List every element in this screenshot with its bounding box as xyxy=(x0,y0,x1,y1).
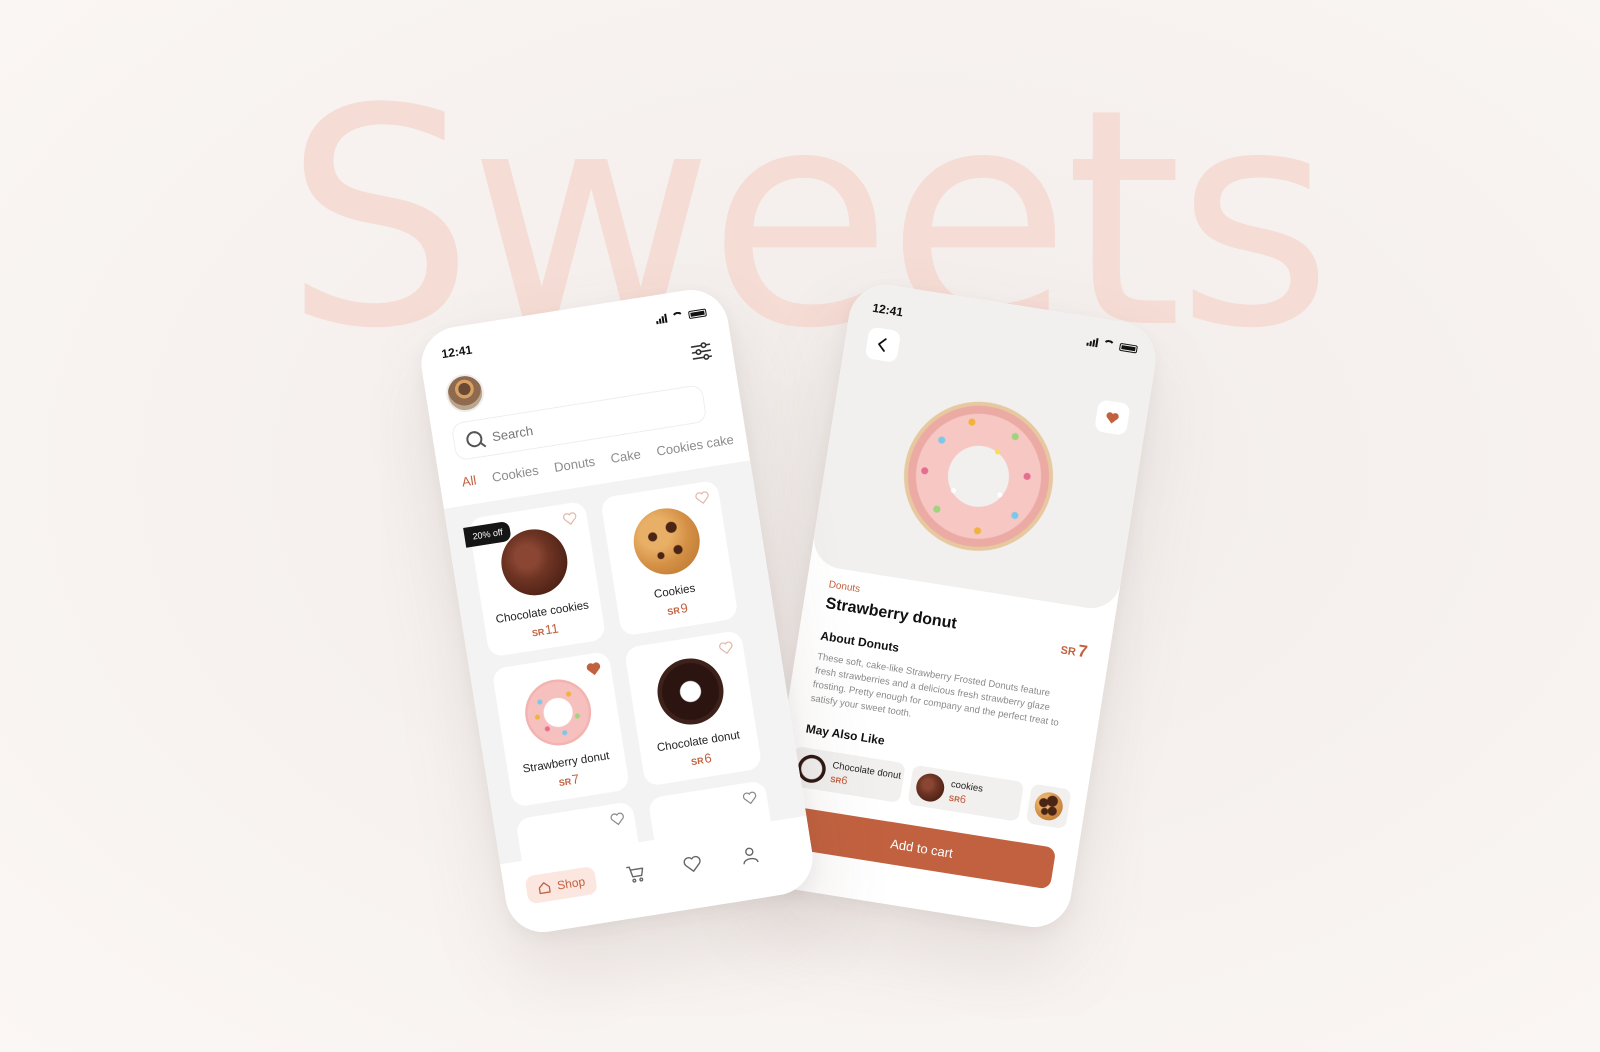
search-input[interactable] xyxy=(490,400,672,444)
product-card[interactable]: Strawberry donut SR7 xyxy=(491,650,631,808)
product-title: Strawberry donut xyxy=(824,595,958,633)
favorite-button[interactable] xyxy=(1094,399,1131,436)
tab-cake[interactable]: Cake xyxy=(610,446,642,466)
currency-label: SR xyxy=(558,776,572,789)
heart-filled-icon xyxy=(1106,411,1119,423)
home-icon xyxy=(538,882,551,895)
wifi-icon xyxy=(671,311,685,322)
related-product-price: SR6 xyxy=(829,773,849,788)
heart-icon[interactable] xyxy=(610,811,626,826)
heart-icon[interactable] xyxy=(742,790,758,805)
may-also-like-heading: May Also Like xyxy=(804,721,886,748)
nav-shop-label: Shop xyxy=(556,874,587,893)
tab-cookies[interactable]: Cookies xyxy=(491,463,540,485)
signal-icon xyxy=(1086,337,1099,348)
product-price: SR7 xyxy=(1059,638,1089,662)
discount-badge: 20% off xyxy=(463,520,513,548)
tab-cookies-cake[interactable]: Cookies cake xyxy=(655,432,734,459)
product-card[interactable]: Cookies SR9 xyxy=(600,479,739,637)
battery-icon xyxy=(1118,342,1138,354)
wifi-icon xyxy=(1102,339,1116,350)
tab-all[interactable]: All xyxy=(461,473,478,490)
price-value: 9 xyxy=(679,599,689,616)
heart-icon[interactable] xyxy=(681,853,704,876)
background-title: Sweets xyxy=(284,45,1333,394)
chocolate-cookie-image xyxy=(914,771,947,804)
cookie-image xyxy=(628,503,705,580)
chocolate-donut-image xyxy=(652,653,729,730)
related-product-card[interactable]: Chocolate donut SR6 xyxy=(788,745,906,803)
currency-label: SR xyxy=(531,626,546,639)
back-button[interactable] xyxy=(864,326,902,364)
heart-filled-icon[interactable] xyxy=(586,661,602,676)
signal-icon xyxy=(655,313,668,325)
status-time: 12:41 xyxy=(440,342,474,362)
product-grid: 20% off Chocolate cookies SR11 Cookies S… xyxy=(443,460,807,865)
product-category: Donuts xyxy=(827,579,861,596)
currency-label: SR xyxy=(666,605,681,618)
price-value: 7 xyxy=(570,771,581,788)
about-heading: About Donuts xyxy=(819,628,901,655)
price-value: 6 xyxy=(958,793,967,807)
product-card[interactable]: Chocolate donut SR6 xyxy=(623,629,763,787)
currency-label: SR xyxy=(1059,644,1077,659)
heart-icon[interactable] xyxy=(718,640,734,655)
related-product-card[interactable]: cookies SR6 xyxy=(907,764,1025,822)
heart-icon[interactable] xyxy=(694,490,710,505)
search-icon xyxy=(465,430,484,449)
strawberry-donut-image xyxy=(520,674,596,751)
currency-label: SR xyxy=(690,755,705,768)
avatar[interactable] xyxy=(443,371,487,415)
product-card[interactable]: 20% off Chocolate cookies SR11 xyxy=(463,500,607,658)
chevron-left-icon xyxy=(878,338,887,352)
strawberry-donut-image xyxy=(892,390,1065,563)
heart-icon[interactable] xyxy=(562,511,578,526)
price-value: 11 xyxy=(543,620,560,638)
price-value: 7 xyxy=(1076,641,1089,662)
cookie-image xyxy=(1032,790,1065,823)
battery-icon xyxy=(687,307,707,319)
price-value: 6 xyxy=(703,750,713,767)
nav-shop-button[interactable]: Shop xyxy=(524,865,598,905)
related-product-card[interactable] xyxy=(1025,783,1072,830)
cart-icon[interactable] xyxy=(624,862,647,885)
filter-icon[interactable] xyxy=(689,339,714,364)
profile-icon[interactable] xyxy=(738,844,761,867)
price-value: 6 xyxy=(840,774,849,788)
related-product-price: SR6 xyxy=(948,792,967,807)
tab-donuts[interactable]: Donuts xyxy=(553,454,596,475)
